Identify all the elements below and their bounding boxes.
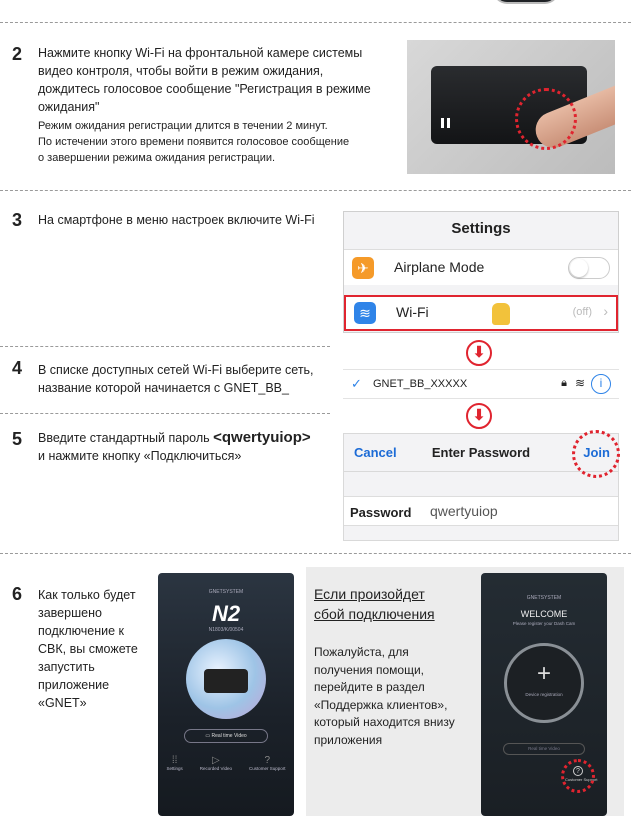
text-line: Нажмите кнопку Wi-Fi на фронтальной каме… (38, 46, 363, 60)
airplane-toggle[interactable] (568, 257, 610, 279)
phone-app-home: GNETSYSTEM N2 N1803/K/00504 ▭ Real time … (158, 573, 294, 816)
text-line: видео контроля, чтобы войти в режим ожид… (38, 64, 324, 78)
password-label: Password (350, 505, 412, 520)
wifi-label: Wi-Fi (396, 304, 429, 320)
step-2-text: Нажмите кнопку Wi-Fi на фронтальной каме… (38, 44, 398, 166)
welcome-subtitle: Please register your Dash Cam (512, 621, 576, 626)
note-line: Режим ожидания регистрации длится в тече… (38, 120, 328, 132)
plus-icon: + (536, 660, 551, 687)
step-6-text: Как только будет завершено подключение к… (38, 586, 148, 712)
divider (0, 553, 631, 554)
device-image (186, 639, 266, 719)
body-line: Пожалуйста, для (314, 645, 409, 659)
highlight-circle (572, 430, 620, 478)
tab-recorded[interactable]: ▷ Recorded Video (200, 755, 232, 785)
failure-body: Пожалуйста, для получения помощи, перейд… (314, 644, 474, 749)
password-row[interactable]: Password qwertyuiop (344, 496, 618, 526)
register-label: Device registration (525, 692, 563, 697)
text-line: Введите стандартный пароль (38, 431, 210, 445)
network-ssid: GNET_BB_XXXXX (373, 378, 468, 390)
wifi-row[interactable]: ≋ Wi-Fi (off) › (344, 295, 618, 331)
body-line: «Поддержка клиентов», (314, 697, 448, 712)
body-line: приложения (314, 732, 383, 747)
text-line: запустить (38, 660, 95, 674)
divider (0, 346, 330, 347)
note-line: о завершении режима ожидания регистрации… (38, 152, 276, 164)
password-input[interactable]: qwertyuiop (430, 503, 498, 519)
welcome-title: WELCOME (520, 609, 568, 619)
body-line: который находится внизу (314, 715, 455, 729)
failure-title: Если произойдет сбой подключения (314, 584, 464, 624)
body-line: перейдите в раздел (314, 680, 425, 694)
text-line: Как только будет (38, 588, 136, 602)
text-line: приложение (38, 678, 110, 692)
lock-icon: 🔒︎ (561, 377, 567, 389)
text-line: В списке доступных сетей Wi-Fi выберите … (38, 363, 314, 377)
airplane-row[interactable]: ✈ Airplane Mode (344, 249, 618, 285)
text-line: ожидания" (38, 100, 100, 114)
highlight-circle (561, 759, 595, 793)
step-5-text: Введите стандартный пароль <qwertyuiop> … (38, 429, 338, 465)
brand-label: GNETSYSTEM (526, 595, 562, 601)
tab-label: Settings (166, 766, 183, 771)
tab-label: Recorded Video (199, 766, 232, 771)
note-line: По истечении этого времени появится голо… (38, 136, 350, 148)
step-number: 2 (12, 44, 23, 64)
tab-settings[interactable]: ⁞⁞ Settings (167, 755, 183, 785)
live-video-button[interactable]: Real time Video (503, 743, 585, 755)
step-number: 5 (12, 429, 23, 449)
chevron-right-icon: › (603, 303, 608, 319)
live-video-button[interactable]: ▭ Real time Video (184, 729, 268, 743)
password-tag: <qwertyuiop> (213, 429, 311, 446)
settings-title: Settings (451, 220, 511, 237)
highlight-circle (515, 88, 577, 150)
step-3-text: На смартфоне в меню настроек включите Wi… (38, 213, 315, 227)
text-line: дождитесь голосовое сообщение "Регистрац… (38, 82, 371, 96)
step-4-text: В списке доступных сетей Wi-Fi выберите … (38, 361, 338, 397)
checkmark-icon: ✓ (351, 376, 362, 391)
register-device-button[interactable]: + Device registration (504, 643, 584, 723)
info-icon[interactable]: i (591, 374, 611, 394)
divider (0, 190, 631, 191)
wifi-value: (off) (572, 306, 592, 318)
tab-label: Customer Support (248, 766, 286, 771)
arrow-down-icon: ⬇ (466, 403, 492, 429)
airplane-icon: ✈ (352, 257, 374, 279)
divider (0, 22, 631, 23)
hand-pointer-icon (492, 303, 510, 325)
text-line: СВК, вы сможете (38, 642, 138, 656)
step-number: 6 (12, 584, 23, 604)
tab-support[interactable]: ? Customer Support (249, 755, 286, 785)
device-top-fragment (493, 0, 559, 4)
camera-photo (407, 40, 615, 174)
serial-label: N1803/K/00504 (208, 627, 244, 633)
step-number: 4 (12, 358, 23, 378)
text-line: и нажмите кнопку «Подключиться» (38, 449, 242, 463)
text-line: «GNET» (38, 696, 87, 710)
phone-app-welcome: GNETSYSTEM WELCOME Please register your … (481, 573, 607, 816)
text-line: подключение к (38, 624, 124, 638)
body-line: получения помощи, (314, 662, 425, 677)
wifi-icon: ≋ (354, 302, 376, 324)
question-icon: ? (573, 766, 583, 776)
airplane-label: Airplane Mode (394, 259, 485, 275)
text-line: название которой начинается с GNET_BB_ (38, 381, 289, 395)
password-screen: Cancel Enter Password Join Password qwer… (343, 430, 620, 541)
settings-screen: Settings ✈ Airplane Mode ≋ Wi-Fi (off) › (343, 211, 619, 333)
wifi-signal-icon: ≋ (574, 376, 585, 390)
brand-label: GNETSYSTEM (208, 589, 244, 595)
title-line: Если произойдет (314, 586, 425, 602)
step-number: 3 (12, 210, 23, 230)
text-line: завершено (38, 606, 102, 620)
live-video-label: Real time Video (211, 733, 247, 739)
network-row[interactable]: ✓ GNET_BB_XXXXX 🔒︎ ≋ i (343, 369, 619, 399)
title-line: сбой подключения (314, 606, 435, 622)
model-label: N2 (211, 601, 241, 626)
divider (0, 413, 330, 414)
arrow-down-icon: ⬇ (466, 340, 492, 366)
